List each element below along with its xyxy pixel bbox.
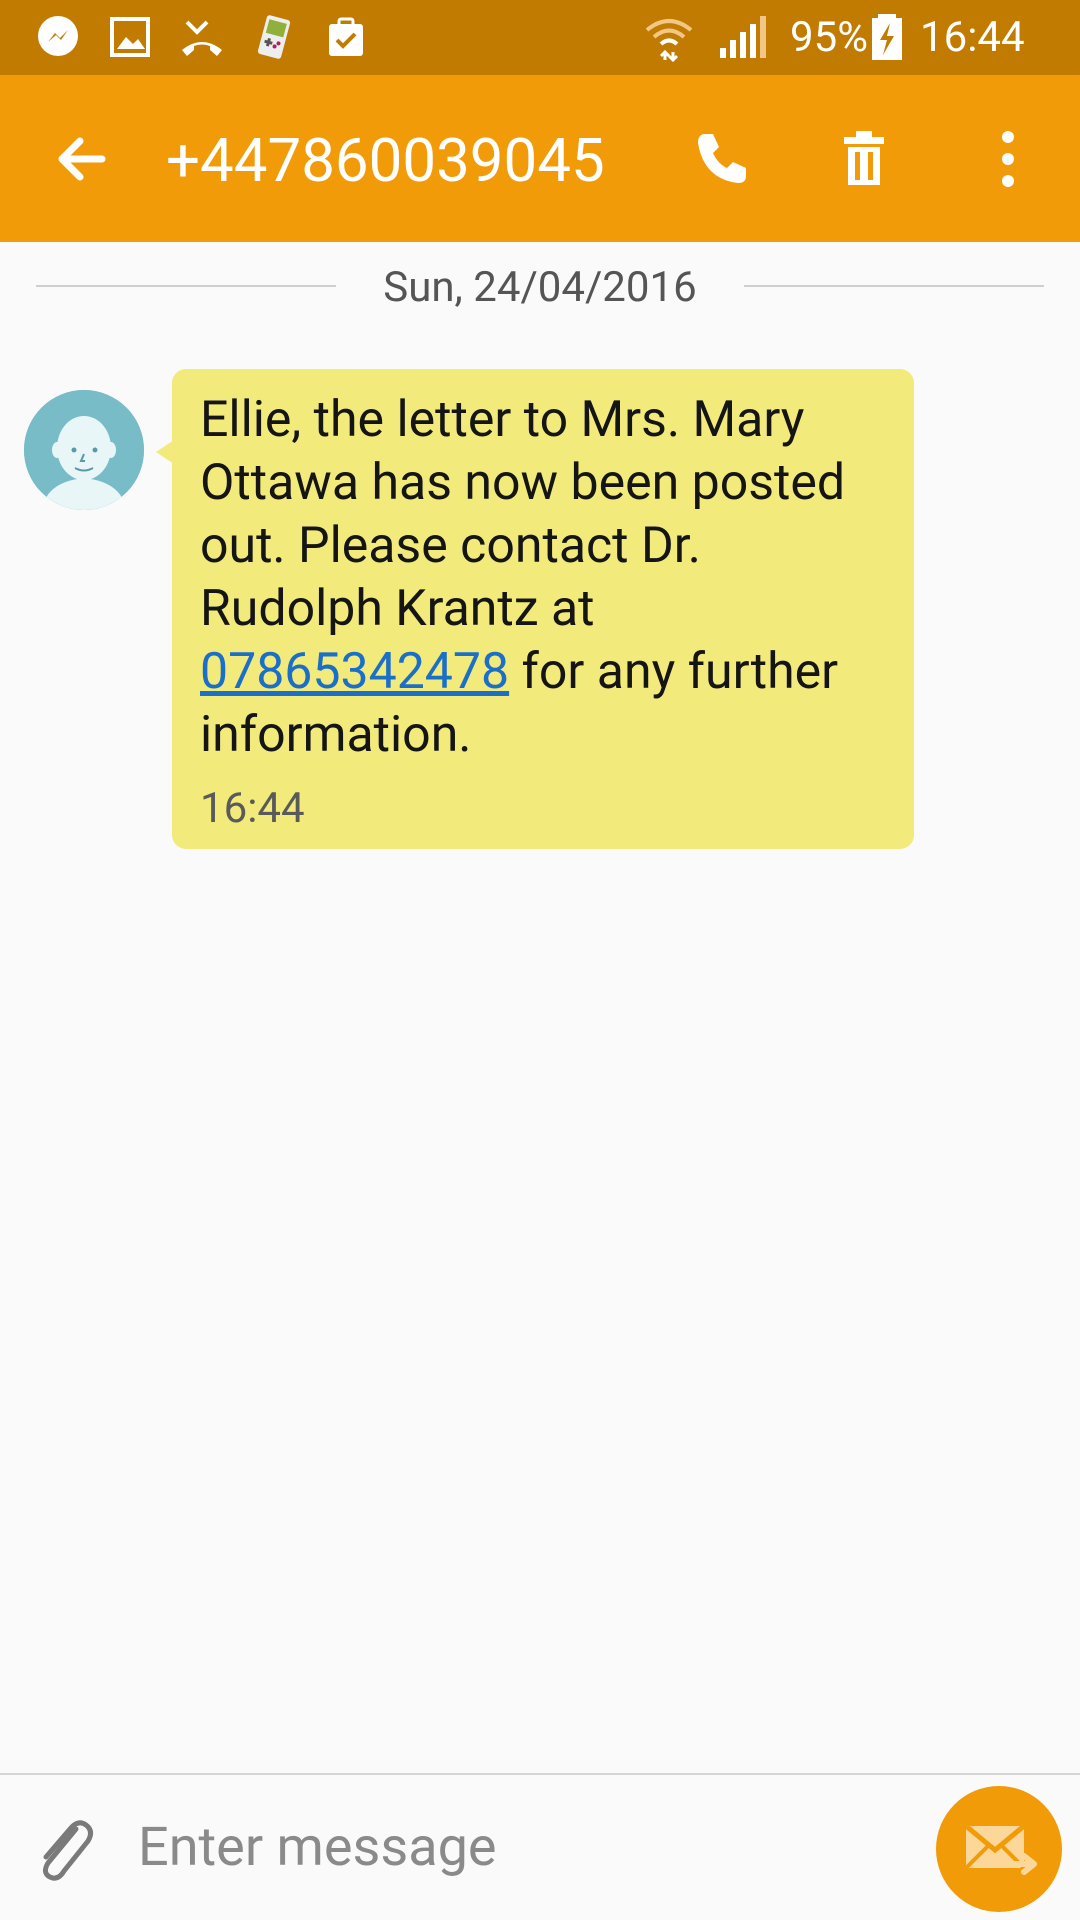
contact-avatar[interactable] xyxy=(24,390,144,510)
phone-number-link[interactable]: 07865342478 xyxy=(200,643,509,701)
trash-icon[interactable] xyxy=(822,117,906,201)
more-vert-icon[interactable] xyxy=(966,117,1050,201)
message-input[interactable] xyxy=(138,1805,898,1889)
date-label: Sun, 24/04/2016 xyxy=(355,263,725,312)
contact-number-title: +447860039045 xyxy=(166,125,605,196)
status-bar: 95% 16:44 xyxy=(0,0,1080,75)
messenger-icon xyxy=(33,12,83,62)
send-button[interactable] xyxy=(936,1786,1062,1912)
back-arrow-icon[interactable] xyxy=(42,117,126,201)
message-bubble[interactable]: Ellie, the letter to Mrs. Mary Ottawa ha… xyxy=(172,369,914,849)
clipboard-check-icon xyxy=(321,12,371,62)
phone-icon[interactable] xyxy=(678,117,762,201)
game-boy-icon xyxy=(249,12,299,62)
battery-charging-icon xyxy=(862,12,912,62)
gallery-icon xyxy=(105,12,155,62)
paperclip-icon[interactable] xyxy=(28,1813,104,1889)
message-timestamp: 16:44 xyxy=(200,784,305,833)
app-bar: +447860039045 xyxy=(0,75,1080,242)
message-text: Ellie, the letter to Mrs. Mary Ottawa ha… xyxy=(200,391,846,764)
compose-bar xyxy=(0,1773,1080,1920)
signal-icon xyxy=(718,12,768,62)
status-time: 16:44 xyxy=(920,13,1025,62)
wifi-icon xyxy=(644,12,694,62)
date-divider: Sun, 24/04/2016 xyxy=(36,258,1044,318)
battery-percent: 95% xyxy=(790,13,868,62)
missed-call-icon xyxy=(177,12,227,62)
